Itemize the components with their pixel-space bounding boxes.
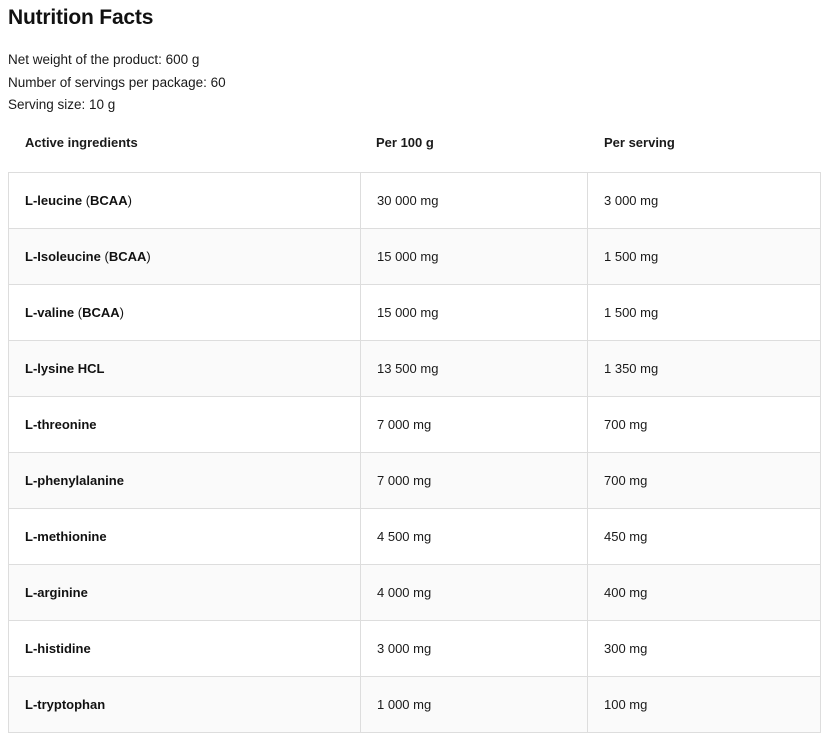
table-header: Active ingredients Per 100 g Per serving [8,124,821,172]
column-divider [360,229,361,284]
ingredient-name: L-tryptophan [25,677,105,732]
table-row: L-tryptophan 1 000 mg 100 mg [9,677,820,733]
per-serving-value: 1 500 mg [604,249,659,264]
column-divider [587,509,588,564]
ingredient-name-text: L-tryptophan [25,697,106,712]
per-serving-value: 700 mg [604,473,648,488]
ingredient-name-text: L-valine [25,305,75,320]
column-divider [587,341,588,396]
per-100g-value: 7 000 mg [377,473,432,488]
column-divider [360,173,361,228]
ingredient-tag: (BCAA) [82,193,132,208]
ingredient-name-text: L-threonine [25,417,97,432]
column-divider [587,677,588,732]
per-100g-value: 15 000 mg [377,249,439,264]
ingredient-name-text: L-phenylalanine [25,473,124,488]
column-divider [360,341,361,396]
per-100g-value: 30 000 mg [377,193,439,208]
ingredient-name-text: L-histidine [25,641,91,656]
per-serving-value: 1 500 mg [604,305,659,320]
ingredient-name: L-phenylalanine [25,453,124,508]
net-weight-text: Net weight of the product: 600 g [8,52,200,67]
table-row: L-threonine 7 000 mg 700 mg [9,397,820,453]
per-100g-value: 7 000 mg [377,417,432,432]
per-serving-value: 450 mg [604,529,648,544]
product-info: Net weight of the product: 600 g Number … [8,49,226,117]
servings-per-package-text: Number of servings per package: 60 [8,74,226,90]
ingredient-name-text: L-lysine HCL [25,361,105,376]
ingredient-name: L-lysine HCL [25,341,104,396]
column-divider [587,397,588,452]
column-divider [587,173,588,228]
per-serving-value: 700 mg [604,417,648,432]
ingredient-name: L-histidine [25,621,91,676]
column-divider [360,397,361,452]
nutrition-table: Active ingredients Per 100 g Per serving… [8,124,821,733]
per-100g-value: 1 000 mg [377,697,432,712]
ingredient-name-text: L-Isoleucine [25,249,101,264]
ingredient-name: L-threonine [25,397,97,452]
ingredient-name: L-arginine [25,565,88,620]
table-row: L-methionine 4 500 mg 450 mg [9,509,820,565]
per-serving-value: 400 mg [604,585,648,600]
per-100g-value: 4 500 mg [377,529,432,544]
ingredient-name: L-leucine (BCAA) [25,173,132,228]
per-serving-value: 300 mg [604,641,648,656]
column-header-ingredient: Active ingredients [25,135,138,150]
per-100g-value: 4 000 mg [377,585,432,600]
page-title: Nutrition Facts [8,6,154,29]
table-row: L-leucine (BCAA) 30 000 mg 3 000 mg [9,173,820,229]
column-divider [587,285,588,340]
column-divider [587,565,588,620]
table-row: L-lysine HCL 13 500 mg 1 350 mg [9,341,820,397]
ingredient-tag-text: BCAA [108,249,147,264]
per-serving-value: 3 000 mg [604,193,659,208]
column-divider [360,677,361,732]
ingredient-tag-text: BCAA [90,193,128,208]
column-divider [360,285,361,340]
ingredient-tag-text: BCAA [82,305,120,320]
ingredient-name: L-methionine [25,509,107,564]
table-row: L-arginine 4 000 mg 400 mg [9,565,820,621]
column-divider [360,453,361,508]
ingredient-name-text: L-methionine [25,529,107,544]
column-divider [360,621,361,676]
table-body: L-leucine (BCAA) 30 000 mg 3 000 mg L-Isole… [8,172,821,733]
per-serving-value: 1 350 mg [604,361,659,376]
table-row: L-valine (BCAA) 15 000 mg 1 500 mg [9,285,820,341]
column-divider [360,509,361,564]
ingredient-name-text: L-arginine [25,585,88,600]
column-header-per-100g: Per 100 g [376,135,434,150]
ingredient-name-text: L-leucine [25,193,83,208]
ingredient-name: L-Isoleucine (BCAA) [25,229,151,284]
per-100g-value: 15 000 mg [377,305,439,320]
column-divider [587,453,588,508]
ingredient-tag: (BCAA) [100,249,151,264]
column-header-per-serving: Per serving [604,135,675,150]
column-divider [587,229,588,284]
column-divider [587,621,588,676]
serving-size-text: Serving size: 10 g [8,97,116,112]
ingredient-name: L-valine (BCAA) [25,285,124,340]
table-row: L-phenylalanine 7 000 mg 700 mg [9,453,820,509]
per-100g-value: 3 000 mg [377,641,432,656]
table-row: L-histidine 3 000 mg 300 mg [9,621,820,677]
ingredient-tag: (BCAA) [74,305,124,320]
column-divider [360,565,361,620]
per-100g-value: 13 500 mg [377,361,439,376]
table-row: L-Isoleucine (BCAA) 15 000 mg 1 500 mg [9,229,820,285]
per-serving-value: 100 mg [604,697,648,712]
